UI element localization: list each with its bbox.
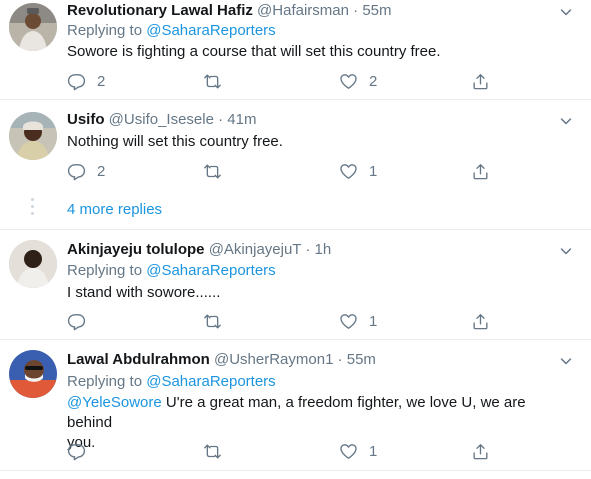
tweet[interactable]: Revolutionary Lawal Hafiz @Hafairsman · … (0, 0, 591, 100)
separator-dot: · (353, 2, 359, 19)
separator-dot: · (337, 351, 343, 368)
heart-icon (339, 442, 358, 461)
retweet-icon (203, 312, 222, 331)
tweet-text: Nothing will set this country free. (67, 133, 283, 150)
reply-button[interactable]: 2 (67, 71, 105, 91)
separator-dot: · (218, 111, 224, 128)
tweet[interactable]: Akinjayeju tolulope @AkinjayejuT · 1h Re… (0, 230, 591, 340)
heart-icon (339, 72, 358, 91)
tweet[interactable]: Usifo @Usifo_Isesele · 41m Nothing will … (0, 100, 591, 230)
reply-icon (67, 442, 86, 461)
reply-button[interactable] (67, 441, 97, 461)
thread-dots (31, 198, 34, 219)
like-button[interactable]: 1 (339, 441, 377, 461)
tweet-text: Sowore is fighting a course that will se… (67, 43, 441, 60)
replying-to-link[interactable]: @SaharaReporters (146, 373, 275, 390)
author-handle[interactable]: @AkinjayejuT (209, 241, 302, 258)
author-name[interactable]: Usifo (67, 111, 105, 128)
share-button[interactable] (471, 441, 490, 461)
divider (0, 470, 591, 471)
more-replies-link[interactable]: 4 more replies (67, 200, 162, 220)
author-name[interactable]: Lawal Abdulrahmon (67, 351, 210, 368)
share-button[interactable] (471, 311, 490, 331)
replying-to-label: Replying to (67, 373, 143, 390)
tweet-text: I stand with sowore...... (67, 284, 221, 301)
separator-dot: · (305, 241, 311, 258)
like-button[interactable]: 2 (339, 71, 377, 91)
timestamp[interactable]: 41m (227, 111, 256, 128)
chevron-down-icon[interactable] (559, 244, 573, 258)
retweet-button[interactable] (203, 71, 233, 91)
replying-to-label: Replying to (67, 22, 143, 39)
like-button[interactable]: 1 (339, 161, 377, 181)
author-handle[interactable]: @Usifo_Isesele (109, 111, 214, 128)
share-button[interactable] (471, 71, 490, 91)
retweet-icon (203, 72, 222, 91)
like-button[interactable]: 1 (339, 311, 377, 331)
reply-button[interactable]: 2 (67, 161, 105, 181)
share-icon (471, 72, 490, 91)
heart-icon (339, 162, 358, 181)
author-handle[interactable]: @Hafairsman (257, 2, 349, 19)
timestamp[interactable]: 55m (347, 351, 376, 368)
share-icon (471, 162, 490, 181)
chevron-down-icon[interactable] (559, 354, 573, 368)
like-count: 1 (369, 312, 378, 330)
like-count: 1 (369, 442, 378, 460)
avatar[interactable] (9, 240, 57, 288)
avatar[interactable] (9, 3, 57, 51)
mention-link[interactable]: @YeleSowore (67, 394, 162, 411)
chevron-down-icon[interactable] (559, 5, 573, 19)
replying-to-label: Replying to (67, 262, 143, 279)
timestamp[interactable]: 1h (315, 241, 332, 258)
heart-icon (339, 312, 358, 331)
retweet-button[interactable] (203, 161, 233, 181)
replying-to-link[interactable]: @SaharaReporters (146, 22, 275, 39)
author-name[interactable]: Revolutionary Lawal Hafiz (67, 2, 253, 19)
author-name[interactable]: Akinjayeju tolulope (67, 241, 205, 258)
retweet-icon (203, 162, 222, 181)
reply-icon (67, 162, 86, 181)
retweet-icon (203, 442, 222, 461)
like-count: 2 (369, 72, 378, 90)
reply-count: 2 (97, 162, 106, 180)
retweet-button[interactable] (203, 441, 233, 461)
timestamp[interactable]: 55m (362, 2, 391, 19)
replying-to-link[interactable]: @SaharaReporters (146, 262, 275, 279)
tweet-actions: 1 (67, 311, 507, 331)
tweet-actions: 1 (67, 441, 507, 461)
share-icon (471, 442, 490, 461)
reply-icon (67, 312, 86, 331)
tweet-actions: 2 1 (67, 161, 507, 181)
share-icon (471, 312, 490, 331)
author-handle[interactable]: @UsherRaymon1 (214, 351, 333, 368)
reply-count: 2 (97, 72, 106, 90)
avatar[interactable] (9, 112, 57, 160)
chevron-down-icon[interactable] (559, 114, 573, 128)
tweet-actions: 2 2 (67, 71, 507, 91)
reply-button[interactable] (67, 311, 97, 331)
like-count: 1 (369, 162, 378, 180)
retweet-button[interactable] (203, 311, 233, 331)
reply-icon (67, 72, 86, 91)
avatar[interactable] (9, 350, 57, 398)
share-button[interactable] (471, 161, 490, 181)
tweet[interactable]: Lawal Abdulrahmon @UsherRaymon1 · 55m Re… (0, 340, 591, 479)
